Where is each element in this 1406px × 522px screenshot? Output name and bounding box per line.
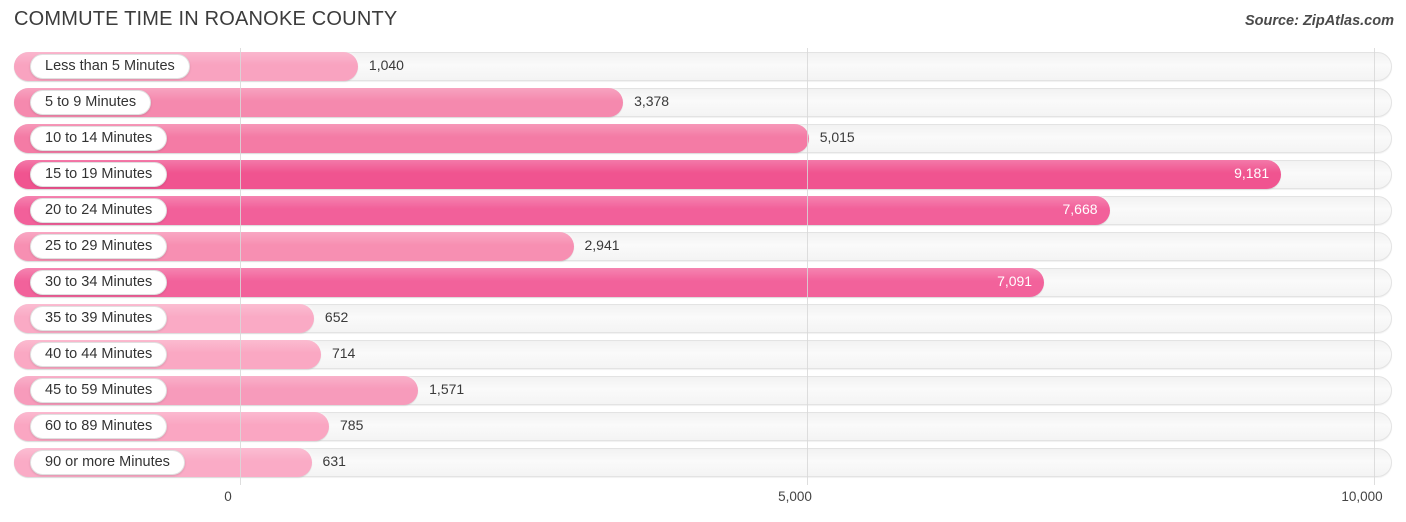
bar-row: 20 to 24 Minutes 7,668 [0,192,1406,228]
axis-tick-label: 10,000 [1341,489,1383,504]
bar-category-label-pill: 25 to 29 Minutes [30,234,168,259]
bar-row: 30 to 34 Minutes 7,091 [0,264,1406,300]
chart-source-attribution: Source: ZipAtlas.com [1244,13,1394,29]
bar-value-label: 2,941 [584,237,620,253]
bar[interactable] [14,268,1045,297]
bar-value-label: 1,571 [429,381,465,397]
bar-category-label-pill: 10 to 14 Minutes [30,126,168,151]
bar-category-label-pill: 15 to 19 Minutes [30,162,168,187]
bar-row: 45 to 59 Minutes 1,571 [0,372,1406,408]
bar-row: 5 to 9 Minutes 3,378 [0,84,1406,120]
bar-category-label: Less than 5 Minutes [45,58,175,75]
bar-row: 35 to 39 Minutes 652 [0,300,1406,336]
bar-category-label: 40 to 44 Minutes [45,346,153,363]
axis-tick-label: 5,000 [778,489,812,504]
bar-category-label-pill: 5 to 9 Minutes [30,90,152,115]
bar-value-label: 5,015 [819,129,855,145]
bar-row: 90 or more Minutes 631 [0,444,1406,480]
bar-row: 15 to 19 Minutes 9,181 [0,156,1406,192]
axis-tick-label: 0 [224,489,232,504]
bar-value-label: 785 [340,417,364,433]
bar-value-label: 1,040 [368,57,404,73]
bar-category-label-pill: 90 or more Minutes [30,450,185,475]
bar-category-label: 30 to 34 Minutes [45,274,153,291]
bar-row: Less than 5 Minutes 1,040 [0,48,1406,84]
bar-category-label-pill: Less than 5 Minutes [30,54,190,79]
bar-category-label: 90 or more Minutes [45,454,170,471]
chart-title: COMMUTE TIME IN ROANOKE COUNTY [14,8,398,30]
bar-category-label-pill: 40 to 44 Minutes [30,342,168,367]
bar-category-label: 10 to 14 Minutes [45,130,153,147]
bar-value-label: 7,668 [1062,201,1098,217]
plot-area: Less than 5 Minutes 1,040 5 to 9 Minutes 3,… [0,48,1406,485]
bar-category-label-pill: 20 to 24 Minutes [30,198,168,223]
bar-category-label-pill: 60 to 89 Minutes [30,414,168,439]
bar-row: 10 to 14 Minutes 5,015 [0,120,1406,156]
bar-category-label: 15 to 19 Minutes [45,166,153,183]
bar-category-label: 20 to 24 Minutes [45,202,153,219]
bar-category-label: 5 to 9 Minutes [45,94,137,111]
bar-value-label: 7,091 [997,273,1033,289]
bar-value-label: 631 [322,453,346,469]
bar-category-label-pill: 45 to 59 Minutes [30,378,168,403]
bar-category-label: 45 to 59 Minutes [45,382,153,399]
bar-value-label: 714 [331,345,356,361]
bar-row: 40 to 44 Minutes 714 [0,336,1406,372]
bar-category-label: 60 to 89 Minutes [45,418,153,435]
bar[interactable] [14,196,1110,225]
x-axis: 0 5,000 10,000 [0,485,1406,522]
bar-category-label: 25 to 29 Minutes [45,238,153,255]
bar-row: 60 to 89 Minutes 785 [0,408,1406,444]
bar-category-label: 35 to 39 Minutes [45,310,153,327]
bar-value-label: 3,378 [634,93,670,109]
bar[interactable] [14,160,1282,189]
bar-value-label: 9,181 [1234,165,1270,181]
bar-row: 25 to 29 Minutes 2,941 [0,228,1406,264]
bar-category-label-pill: 30 to 34 Minutes [30,270,168,295]
bar-value-label: 652 [324,309,349,325]
bar-category-label-pill: 35 to 39 Minutes [30,306,168,331]
